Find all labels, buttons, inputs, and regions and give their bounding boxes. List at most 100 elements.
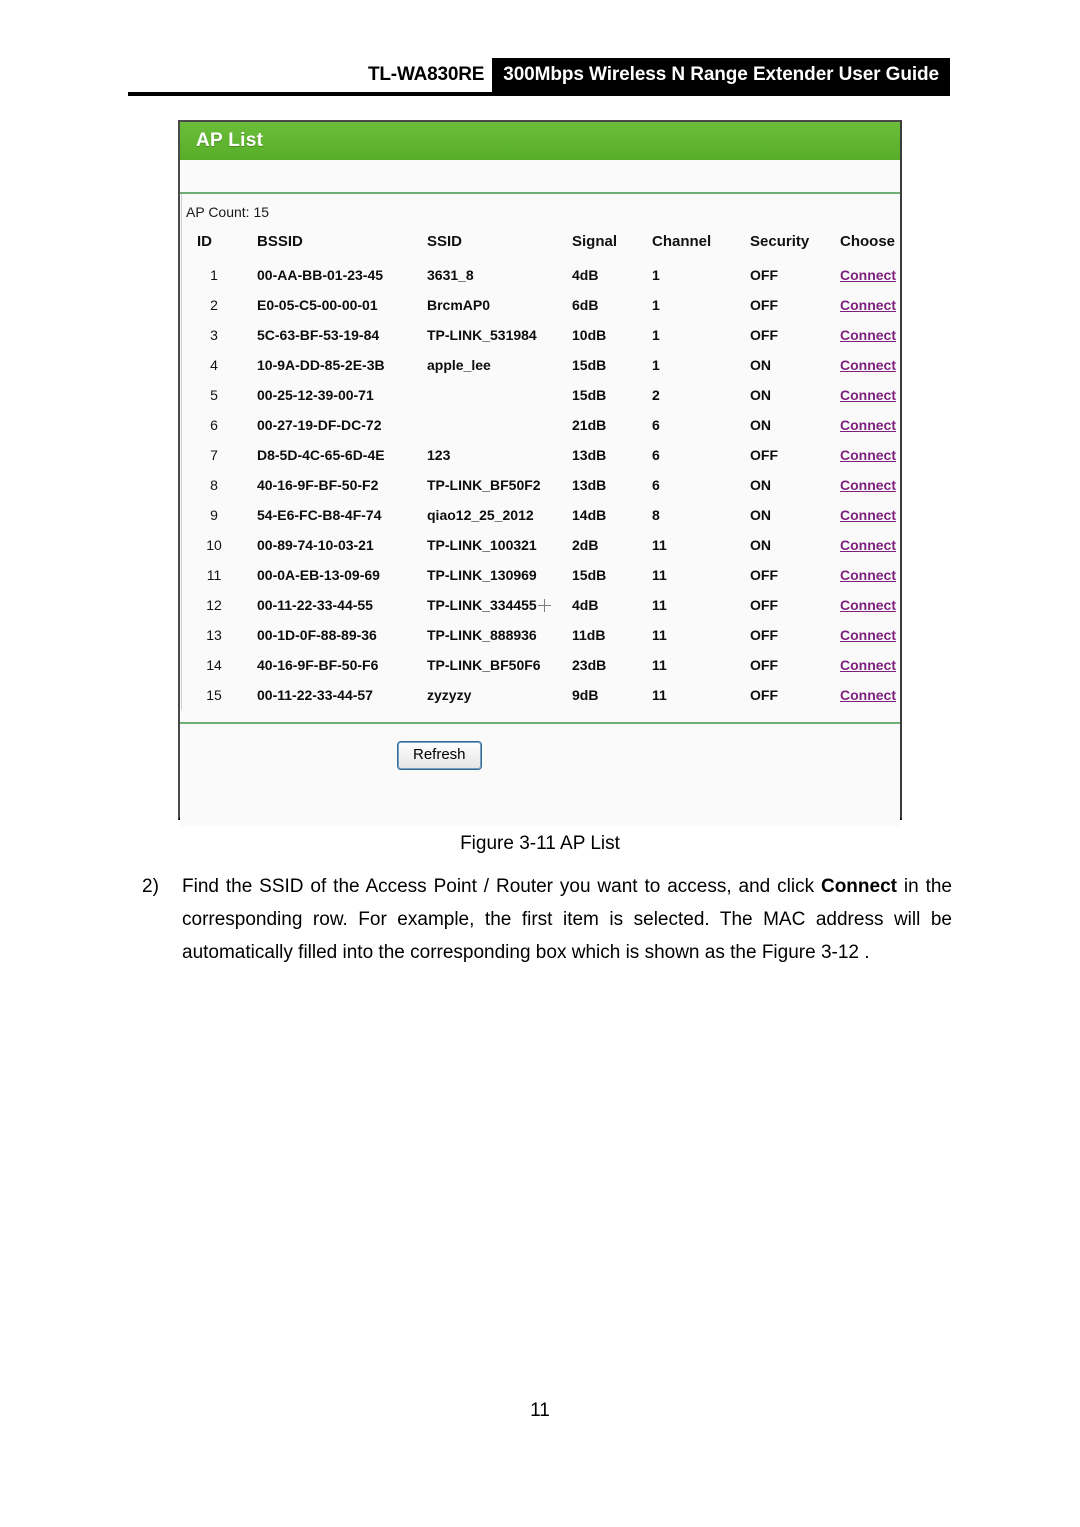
cell-ssid: TP-LINK_531984 — [427, 320, 572, 350]
column-header-bssid: BSSID — [257, 232, 303, 250]
connect-link[interactable]: Connect — [840, 357, 896, 373]
ap-table-head: ID BSSID SSID Signal Channel Security Ch… — [183, 226, 920, 260]
ap-list-title: AP List — [196, 130, 264, 151]
cell-channel: 8 — [652, 507, 660, 523]
connect-link[interactable]: Connect — [840, 537, 896, 553]
cell-signal: 11dB — [572, 627, 606, 643]
cell-ssid: TP-LINK_BF50F2 — [427, 470, 572, 500]
page-number: 11 — [530, 1400, 550, 1421]
table-row: 6 00-27-19-DF-DC-72 21dB 6 ON Connect — [183, 410, 920, 440]
cell-bssid: 54-E6-FC-B8-4F-74 — [257, 507, 382, 523]
cell-bssid: 00-0A-EB-13-09-69 — [257, 567, 380, 583]
cell-channel: 1 — [652, 267, 660, 283]
cell-ssid: 3631_8 — [427, 260, 572, 290]
header-divider-rule — [128, 92, 950, 96]
cell-signal: 13dB — [572, 447, 607, 463]
cell-ssid: TP-LINK_BF50F6 — [427, 650, 572, 680]
cell-signal: 6dB — [572, 297, 599, 313]
cell-id: 12 — [206, 597, 222, 613]
cell-ssid: TP-LINK_100321 — [427, 530, 572, 560]
cell-ssid: zyzyzy — [427, 680, 572, 710]
cell-id: 6 — [210, 417, 218, 433]
cell-channel: 6 — [652, 477, 660, 493]
cell-choose: Connect — [840, 350, 920, 380]
cell-ssid — [427, 380, 572, 410]
cell-bssid: E0-05-C5-00-00-01 — [257, 297, 378, 313]
cell-signal: 14dB — [572, 507, 607, 523]
cell-security: OFF — [750, 297, 778, 313]
connect-link[interactable]: Connect — [840, 327, 896, 343]
cell-id: 5 — [210, 387, 218, 403]
instruction-text: Find the SSID of the Access Point / Rout… — [182, 870, 952, 969]
cell-signal: 13dB — [572, 477, 607, 493]
cell-ssid-text: TP-LINK_130969 — [427, 567, 537, 583]
cell-channel: 11 — [652, 567, 667, 583]
cell-bssid: 00-AA-BB-01-23-45 — [257, 267, 384, 283]
connect-link[interactable]: Connect — [840, 657, 896, 673]
connect-link[interactable]: Connect — [840, 477, 896, 493]
table-row: 9 54-E6-FC-B8-4F-74 qiao12_25_2012 14dB 8 ON C… — [183, 500, 920, 530]
cell-bssid: 00-27-19-DF-DC-72 — [257, 417, 382, 433]
cell-ssid: BrcmAP0 — [427, 290, 572, 320]
cell-ssid-text: zyzyzy — [427, 687, 472, 703]
table-row: 13 00-1D-0F-88-89-36 TP-LINK_888936 11dB 11 O… — [183, 620, 920, 650]
connect-link[interactable]: Connect — [840, 267, 896, 283]
cell-channel: 11 — [652, 597, 667, 613]
connect-link[interactable]: Connect — [840, 507, 896, 523]
cell-id: 3 — [210, 327, 218, 343]
cell-signal: 15dB — [572, 567, 607, 583]
cell-ssid-text: TP-LINK_BF50F2 — [427, 477, 541, 493]
cell-signal: 10dB — [572, 327, 607, 343]
table-row: 5 00-25-12-39-00-71 15dB 2 ON Connect — [183, 380, 920, 410]
cell-bssid: D8-5D-4C-65-6D-4E — [257, 447, 385, 463]
cell-security: OFF — [750, 327, 778, 343]
cell-security: OFF — [750, 597, 778, 613]
header-guide-title: 300Mbps Wireless N Range Extender User G… — [492, 58, 950, 92]
cell-ssid-text: TP-LINK_888936 — [427, 627, 537, 643]
header-model-name: TL-WA830RE — [358, 58, 493, 92]
cell-id: 10 — [206, 537, 222, 553]
column-header-security: Security — [750, 232, 810, 250]
cell-ssid: TP-LINK_334455 — [427, 590, 572, 620]
cell-choose: Connect — [840, 470, 920, 500]
connect-link[interactable]: Connect — [840, 447, 896, 463]
cell-channel: 1 — [652, 357, 660, 373]
column-header-id: ID — [197, 232, 212, 250]
cell-ssid-text: TP-LINK_BF50F6 — [427, 657, 541, 673]
cell-signal: 23dB — [572, 657, 607, 673]
cell-channel: 6 — [652, 417, 660, 433]
cell-ssid: TP-LINK_130969 — [427, 560, 572, 590]
table-row: 12 00-11-22-33-44-55 TP-LINK_334455 4dB 11 OF… — [183, 590, 920, 620]
cell-choose: Connect — [840, 410, 920, 440]
connect-link[interactable]: Connect — [840, 387, 896, 403]
cell-signal: 4dB — [572, 267, 599, 283]
cell-choose: Connect — [840, 680, 920, 710]
ap-list-panel: AP List AP Count: 15 ID BSSID SSID Signa… — [178, 120, 902, 826]
cell-signal: 9dB — [572, 687, 599, 703]
table-row: 2 E0-05-C5-00-00-01 BrcmAP0 6dB 1 OFF Connect — [183, 290, 920, 320]
cell-signal: 4dB — [572, 597, 599, 613]
cell-bssid: 00-11-22-33-44-55 — [257, 597, 373, 613]
cell-channel: 6 — [652, 447, 660, 463]
connect-link[interactable]: Connect — [840, 417, 896, 433]
cell-ssid-text: TP-LINK_334455 — [427, 597, 537, 613]
cell-ssid-text: apple_lee — [427, 357, 491, 373]
cell-bssid: 00-89-74-10-03-21 — [257, 537, 374, 553]
connect-link[interactable]: Connect — [840, 297, 896, 313]
connect-link[interactable]: Connect — [840, 597, 896, 613]
connect-link[interactable]: Connect — [840, 687, 896, 703]
document-header: TL-WA830RE 300Mbps Wireless N Range Exte… — [0, 58, 1080, 92]
column-header-signal: Signal — [572, 232, 618, 250]
cell-security: OFF — [750, 567, 778, 583]
cell-channel: 11 — [652, 687, 667, 703]
cell-bssid: 00-1D-0F-88-89-36 — [257, 627, 377, 643]
cell-security: OFF — [750, 657, 778, 673]
connect-link[interactable]: Connect — [840, 627, 896, 643]
ap-list-footer: Refresh — [180, 724, 900, 826]
cell-bssid: 5C-63-BF-53-19-84 — [257, 327, 380, 343]
column-header-channel: Channel — [652, 232, 712, 250]
connect-link[interactable]: Connect — [840, 567, 896, 583]
cell-channel: 11 — [652, 657, 667, 673]
cell-id: 11 — [206, 567, 222, 583]
refresh-button[interactable]: Refresh — [397, 741, 482, 770]
